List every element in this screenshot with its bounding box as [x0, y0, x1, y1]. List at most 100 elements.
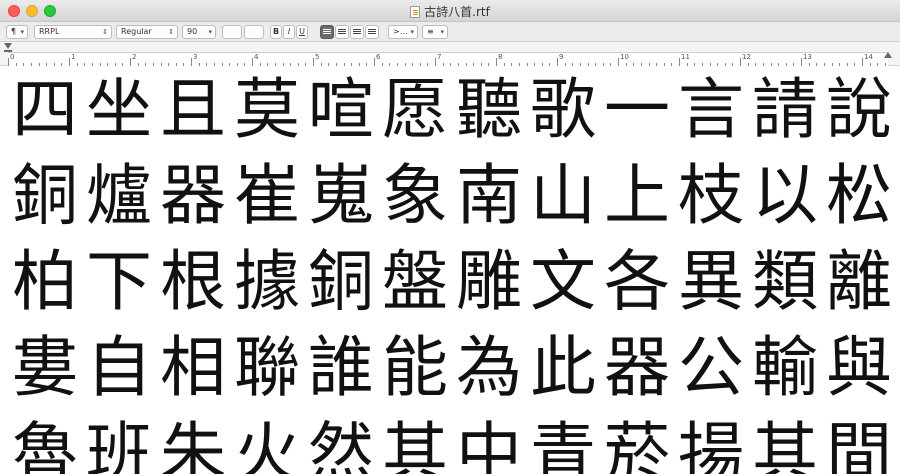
ruler-minor-tick	[595, 63, 597, 66]
ruler-major-tick	[435, 58, 436, 66]
align-left-button[interactable]	[320, 25, 334, 39]
text-glyph: 柏	[12, 243, 78, 320]
ruler-minor-tick	[343, 63, 345, 66]
align-left-icon	[323, 29, 331, 35]
ruler-minor-tick	[732, 63, 734, 66]
ruler-minor-tick	[259, 63, 261, 66]
ruler-number: 10	[620, 53, 629, 61]
font-family-value: RRPL	[39, 27, 60, 36]
ruler-minor-tick	[808, 63, 810, 66]
ruler-major-tick	[557, 58, 558, 66]
first-line-indent-marker[interactable]	[4, 43, 12, 49]
ruler-minor-tick	[518, 63, 520, 66]
ruler-minor-tick	[869, 63, 871, 66]
justify-button[interactable]	[365, 25, 379, 39]
ruler-number: 2	[132, 53, 137, 61]
ruler-minor-tick	[701, 63, 703, 66]
align-center-icon	[338, 29, 346, 35]
ruler-minor-tick	[404, 63, 406, 66]
italic-button[interactable]: I	[283, 25, 295, 39]
text-glyph: 南	[456, 157, 522, 234]
text-color-well[interactable]	[222, 25, 242, 39]
ruler-number: 14	[864, 53, 873, 61]
ruler-minor-tick	[213, 63, 215, 66]
line-spacing-popup[interactable]: >… ▾	[388, 25, 418, 39]
text-glyph: 青	[530, 415, 596, 474]
ruler-minor-tick	[412, 63, 414, 66]
ruler-minor-tick	[648, 63, 650, 66]
ruler-minor-tick	[389, 63, 391, 66]
ruler-number: 11	[681, 53, 690, 61]
ruler-major-tick	[252, 58, 253, 66]
ruler-number: 1	[71, 53, 76, 61]
ruler-minor-tick	[785, 63, 787, 66]
ruler-minor-tick	[84, 63, 86, 66]
ruler-minor-tick	[877, 63, 879, 66]
ruler-major-tick	[374, 58, 375, 66]
ruler-number: 9	[559, 53, 564, 61]
text-glyph: 象	[382, 157, 448, 234]
text-glyph: 據	[234, 243, 300, 320]
text-glyph: 誰	[308, 329, 374, 406]
align-right-button[interactable]	[350, 25, 364, 39]
ruler-minor-tick	[778, 63, 780, 66]
text-glyph: 各	[604, 243, 670, 320]
ruler-minor-tick	[53, 63, 55, 66]
ruler-minor-tick	[602, 63, 604, 66]
ruler-number: 13	[803, 53, 812, 61]
underline-label: U	[299, 27, 305, 36]
ruler-minor-tick	[351, 63, 353, 66]
ruler-number: 5	[315, 53, 320, 61]
ruler-minor-tick	[457, 63, 459, 66]
ruler-minor-tick	[709, 63, 711, 66]
background-color-well[interactable]	[244, 25, 264, 39]
ruler-minor-tick	[175, 63, 177, 66]
ruler-minor-tick	[488, 63, 490, 66]
text-glyph: 器	[604, 329, 670, 406]
paragraph-style-label: ¶	[11, 27, 17, 36]
ruler-minor-tick	[770, 63, 772, 66]
text-glyph: 朱	[160, 415, 226, 474]
ruler-minor-tick	[694, 63, 696, 66]
ruler-minor-tick	[549, 63, 551, 66]
align-center-button[interactable]	[335, 25, 349, 39]
updown-chevron-icon: ⇕	[168, 28, 174, 36]
ruler-number: 8	[498, 53, 503, 61]
ruler-minor-tick	[450, 63, 452, 66]
right-indent-marker[interactable]	[884, 52, 892, 58]
ruler-minor-tick	[442, 63, 444, 66]
ruler-minor-tick	[526, 63, 528, 66]
underline-button[interactable]: U	[296, 25, 308, 39]
ruler[interactable]: 0 1 2 3 4 5 6 7 8 9 10 11 12 13 14	[0, 42, 900, 66]
ruler-minor-tick	[572, 63, 574, 66]
ruler-major-tick	[801, 58, 802, 66]
bold-button[interactable]: B	[270, 25, 282, 39]
ruler-minor-tick	[717, 63, 719, 66]
ruler-minor-tick	[328, 63, 330, 66]
ruler-minor-tick	[168, 63, 170, 66]
font-size-combo[interactable]: 90 ▾	[182, 25, 216, 39]
ruler-minor-tick	[541, 63, 543, 66]
text-glyph: 根	[160, 243, 226, 320]
ruler-minor-tick	[91, 63, 93, 66]
ruler-minor-tick	[152, 63, 154, 66]
list-style-popup[interactable]: ≡ ▾	[422, 25, 448, 39]
ruler-minor-tick	[46, 63, 48, 66]
ruler-minor-tick	[473, 63, 475, 66]
text-glyph: 言	[678, 71, 744, 148]
ruler-minor-tick	[282, 63, 284, 66]
font-family-popup[interactable]: RRPL ⇕	[34, 25, 112, 39]
ruler-minor-tick	[244, 63, 246, 66]
text-glyph: 中	[456, 415, 522, 474]
paragraph-style-popup[interactable]: ¶ ▾	[6, 25, 28, 39]
ruler-minor-tick	[114, 63, 116, 66]
ruler-minor-tick	[274, 63, 276, 66]
format-toolbar: ¶ ▾ RRPL ⇕ Regular ⇕ 90 ▾ B I U >… ▾ ≡ ▾	[0, 22, 900, 42]
ruler-minor-tick	[625, 63, 627, 66]
ruler-minor-tick	[419, 63, 421, 66]
document-text-area[interactable]: 四坐且莫喧愿聽歌一言請說銅爐器崔嵬象南山上枝以松柏下根據銅盤雕文各異類離婁自相聯…	[0, 67, 900, 474]
ruler-minor-tick	[755, 63, 757, 66]
text-glyph: 且	[160, 71, 226, 148]
ruler-minor-tick	[587, 63, 589, 66]
typeface-popup[interactable]: Regular ⇕	[116, 25, 178, 39]
